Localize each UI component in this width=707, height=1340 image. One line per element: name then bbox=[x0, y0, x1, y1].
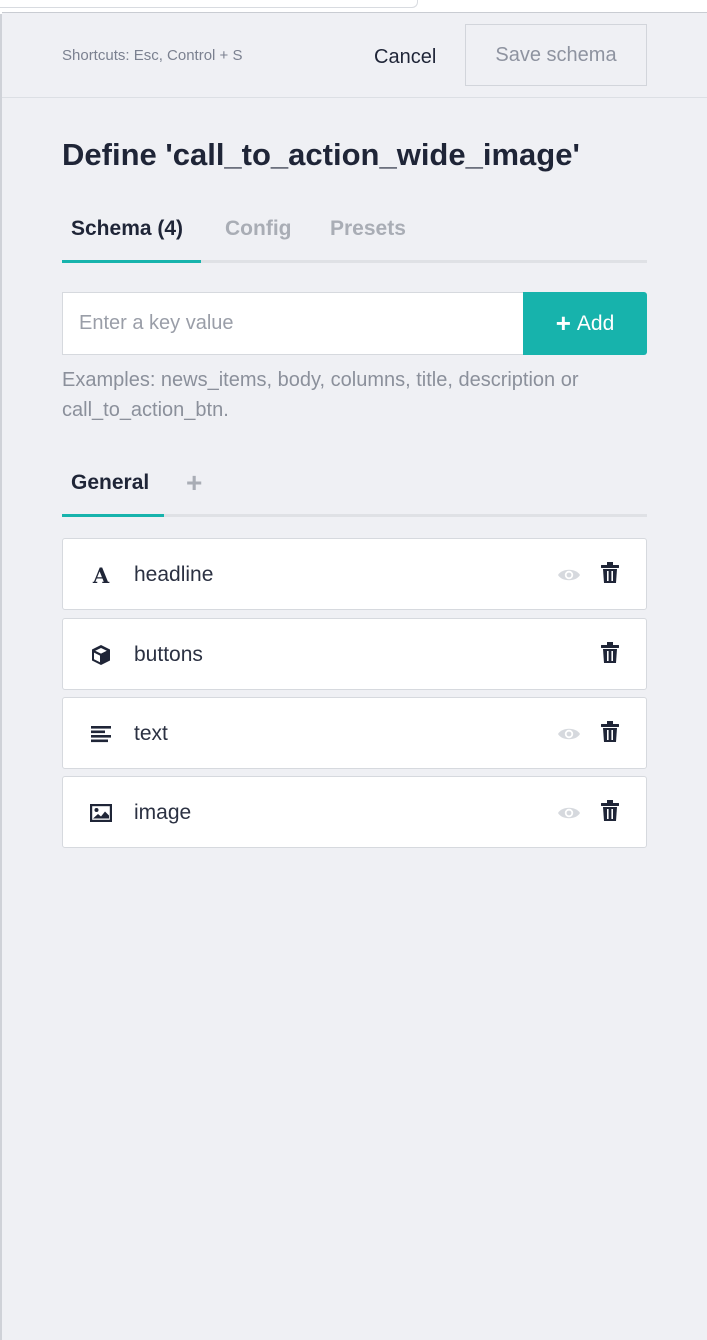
cube-icon bbox=[89, 643, 113, 667]
tab-presets[interactable]: Presets bbox=[330, 217, 406, 241]
image-icon bbox=[89, 801, 113, 825]
trash-icon[interactable] bbox=[601, 642, 619, 664]
add-group-plus-icon[interactable]: + bbox=[186, 467, 202, 499]
eye-icon[interactable] bbox=[557, 566, 581, 584]
panel-header: Shortcuts: Esc, Control + S Cancel Save … bbox=[2, 13, 707, 98]
add-button-label: Add bbox=[576, 311, 615, 335]
shortcuts-hint: Shortcuts: Esc, Control + S bbox=[62, 47, 243, 64]
key-examples-hint: Examples: news_items, body, columns, tit… bbox=[62, 369, 579, 421]
schema-editor-panel: Shortcuts: Esc, Control + S Cancel Save … bbox=[2, 12, 707, 1340]
browser-tab-edge bbox=[0, 0, 418, 8]
trash-icon[interactable] bbox=[601, 721, 619, 743]
trash-icon[interactable] bbox=[601, 800, 619, 822]
tab-config[interactable]: Config bbox=[225, 217, 291, 241]
active-group-indicator bbox=[62, 514, 164, 517]
svg-text:A: A bbox=[92, 565, 110, 585]
field-row-buttons[interactable]: buttons bbox=[62, 618, 647, 690]
save-schema-button[interactable]: Save schema bbox=[465, 24, 647, 86]
field-name: headline bbox=[134, 563, 214, 586]
active-tab-indicator bbox=[62, 260, 201, 263]
align-left-icon bbox=[89, 722, 113, 746]
eye-icon[interactable] bbox=[557, 804, 581, 822]
add-button[interactable]: + Add bbox=[523, 292, 647, 355]
text-type-icon: A bbox=[89, 563, 113, 587]
field-row-image[interactable]: image bbox=[62, 776, 647, 848]
schema-tabs: Schema (4) Config Presets bbox=[62, 211, 647, 263]
group-tab-general[interactable]: General bbox=[71, 471, 149, 495]
field-row-text[interactable]: text bbox=[62, 697, 647, 769]
cancel-button[interactable]: Cancel bbox=[374, 41, 436, 73]
page-title: Define 'call_to_action_wide_image' bbox=[62, 137, 580, 172]
trash-icon[interactable] bbox=[601, 562, 619, 584]
field-name: text bbox=[134, 722, 168, 745]
field-group-tabs: General + bbox=[62, 465, 647, 517]
plus-icon: + bbox=[555, 307, 571, 338]
tab-schema[interactable]: Schema (4) bbox=[71, 217, 183, 241]
field-row-headline[interactable]: A headline bbox=[62, 538, 647, 610]
field-name: image bbox=[134, 801, 192, 824]
key-value-input[interactable] bbox=[62, 292, 524, 355]
eye-icon[interactable] bbox=[557, 725, 581, 743]
field-name: buttons bbox=[134, 643, 203, 666]
